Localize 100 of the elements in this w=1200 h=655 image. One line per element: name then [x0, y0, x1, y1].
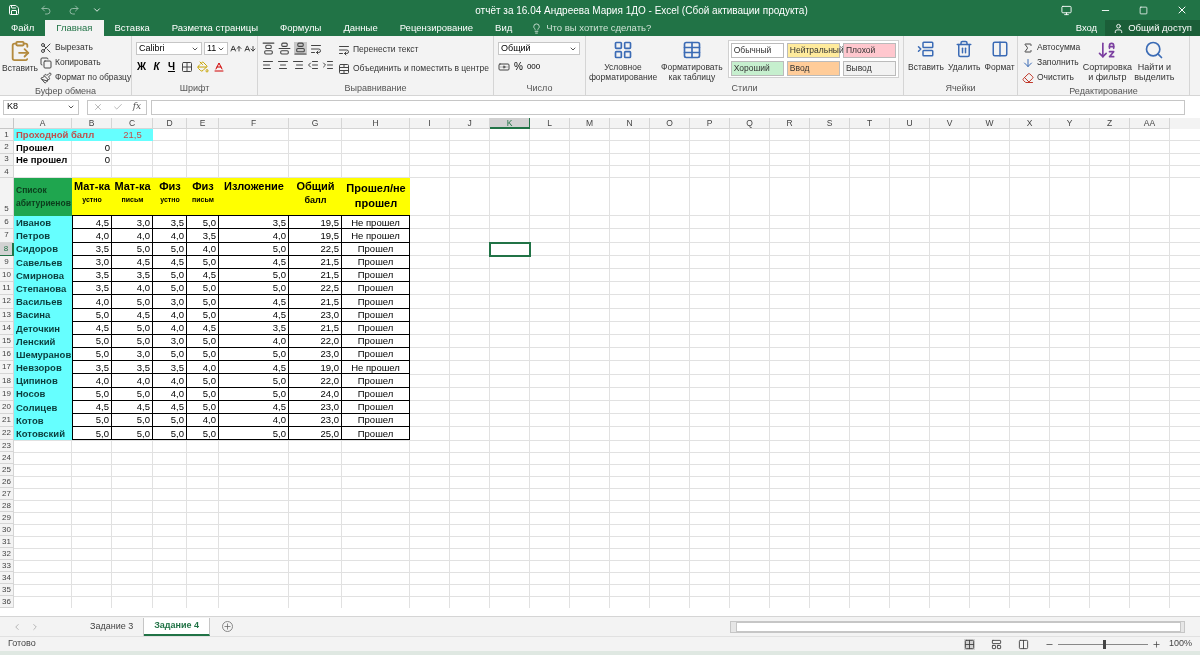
- add-sheet-icon[interactable]: [222, 621, 234, 632]
- currency-icon[interactable]: [498, 60, 510, 73]
- row-header[interactable]: 27: [0, 488, 14, 501]
- cell-style-swatch[interactable]: Плохой: [842, 43, 896, 58]
- cells-button[interactable]: Вставить: [908, 40, 945, 74]
- ribbon-tab[interactable]: Вставка: [103, 20, 161, 36]
- indent-decrease-icon[interactable]: [307, 59, 319, 71]
- zoom-in-icon[interactable]: [1151, 639, 1161, 649]
- paste-button[interactable]: Вставить: [4, 40, 36, 75]
- formula-input[interactable]: [151, 99, 1185, 115]
- sign-in-link[interactable]: Вход: [1067, 20, 1106, 36]
- indent-increase-icon[interactable]: [322, 59, 334, 71]
- row-header[interactable]: 26: [0, 476, 14, 489]
- page-break-icon[interactable]: [1017, 638, 1029, 650]
- row-header[interactable]: 33: [0, 560, 14, 573]
- row-header[interactable]: 30: [0, 524, 14, 537]
- table-cell: 5,0: [72, 427, 112, 441]
- wrap-text-button[interactable]: Перенести текст: [338, 42, 419, 57]
- share-button[interactable]: Общий доступ: [1105, 20, 1200, 36]
- cells-button[interactable]: Удалить: [948, 40, 981, 74]
- cell-style-swatch[interactable]: Обычный: [730, 43, 784, 58]
- save-icon[interactable]: [8, 4, 20, 16]
- ribbon-tab[interactable]: Разметка страницы: [160, 20, 270, 36]
- row-header[interactable]: 23: [0, 440, 14, 453]
- fill-button[interactable]: Заполнить: [1022, 55, 1079, 70]
- row-header[interactable]: 31: [0, 536, 14, 549]
- cell-style-swatch[interactable]: Хороший: [730, 61, 784, 76]
- sheet-tab[interactable]: Задание 4: [144, 617, 211, 636]
- horizontal-scrollbar[interactable]: [730, 620, 1185, 633]
- font-color-icon[interactable]: [213, 60, 225, 73]
- clear-button[interactable]: Очистить: [1022, 70, 1074, 85]
- conditional-formatting-button[interactable]: Условное форматирование: [590, 40, 656, 82]
- underline-button[interactable]: Ч: [166, 59, 177, 74]
- ribbon-tab[interactable]: Рецензирование: [388, 20, 485, 36]
- align-left-icon[interactable]: [262, 59, 274, 71]
- row-header[interactable]: 6: [0, 216, 14, 230]
- page-layout-icon[interactable]: [990, 638, 1002, 650]
- vertical-align-icon[interactable]: [294, 42, 307, 55]
- row-header[interactable]: 34: [0, 572, 14, 585]
- row-header[interactable]: 1: [0, 129, 14, 142]
- row-header[interactable]: 7: [0, 229, 14, 243]
- percent-button[interactable]: %: [514, 59, 523, 74]
- thousands-button[interactable]: 000: [526, 60, 541, 73]
- font-name-field[interactable]: Calibri: [136, 42, 202, 55]
- format-as-table-button[interactable]: Форматировать как таблицу: [660, 40, 724, 82]
- close-icon[interactable]: [1176, 4, 1188, 16]
- row-header[interactable]: 25: [0, 464, 14, 477]
- row-header[interactable]: 28: [0, 500, 14, 513]
- cells-button[interactable]: Формат: [984, 40, 1015, 74]
- restore-icon[interactable]: [1139, 5, 1148, 15]
- vertical-align-icon[interactable]: [262, 42, 275, 55]
- column-header[interactable]: K: [490, 118, 530, 129]
- bold-button[interactable]: Ж: [136, 59, 147, 74]
- font-size-field[interactable]: 11: [204, 42, 228, 55]
- find-select-button[interactable]: Найти и выделить: [1134, 40, 1175, 82]
- row-header[interactable]: 35: [0, 584, 14, 597]
- row-header[interactable]: 16: [0, 348, 14, 362]
- italic-button[interactable]: К: [151, 59, 162, 74]
- row-header[interactable]: 24: [0, 452, 14, 465]
- insert-function-button[interactable]: fx: [132, 100, 142, 114]
- copy-button[interactable]: Копировать: [40, 55, 101, 70]
- row-header[interactable]: 32: [0, 548, 14, 561]
- ribbon-tab[interactable]: Главная: [45, 20, 104, 36]
- row-header[interactable]: 18: [0, 374, 14, 388]
- row-header[interactable]: 22: [0, 427, 14, 441]
- row-header[interactable]: 2: [0, 141, 14, 154]
- cut-button[interactable]: Вырезать: [40, 40, 93, 55]
- normal-view-icon[interactable]: [963, 638, 975, 650]
- active-cell-border[interactable]: [489, 241, 531, 257]
- align-right-icon[interactable]: [292, 59, 304, 71]
- vertical-align-icon[interactable]: [278, 42, 291, 55]
- shrink-font-icon[interactable]: [244, 42, 256, 55]
- cell-style-swatch[interactable]: Вывод: [842, 61, 896, 76]
- borders-icon[interactable]: [181, 60, 193, 73]
- grow-font-icon[interactable]: [230, 42, 242, 55]
- autosum-button[interactable]: Автосумма: [1022, 40, 1081, 55]
- zoom-thumb[interactable]: [1102, 639, 1106, 649]
- name-box[interactable]: K8: [3, 99, 79, 115]
- orientation-icon[interactable]: [310, 42, 322, 55]
- row-header[interactable]: 5: [0, 178, 14, 217]
- ribbon-tab[interactable]: Вид: [484, 20, 524, 36]
- cell-style-swatch[interactable]: Ввод: [786, 61, 840, 76]
- row-header[interactable]: 12: [0, 295, 14, 309]
- row-header[interactable]: 17: [0, 361, 14, 375]
- ribbon-tab[interactable]: Файл: [0, 20, 46, 36]
- tell-me-field[interactable]: Что вы хотите сделать?: [531, 20, 687, 36]
- fill-color-icon[interactable]: [197, 60, 209, 73]
- ribbon-tab[interactable]: Данные: [332, 20, 389, 36]
- customize-icon[interactable]: [92, 5, 102, 15]
- merge-button[interactable]: Объединить и поместить в центре: [338, 61, 489, 76]
- row-header[interactable]: 11: [0, 282, 14, 296]
- align-center-icon[interactable]: [277, 59, 289, 71]
- row-header[interactable]: 36: [0, 596, 14, 609]
- ribbon-tab[interactable]: Формулы: [269, 20, 333, 36]
- row-header[interactable]: 29: [0, 512, 14, 525]
- format-painter-button[interactable]: Формат по образцу: [40, 70, 132, 85]
- sort-filter-button[interactable]: Сортировка и фильтр: [1084, 40, 1131, 82]
- ribbon-display-icon[interactable]: [1061, 4, 1072, 16]
- number-format-field[interactable]: Общий: [498, 42, 580, 55]
- row-header[interactable]: 21: [0, 414, 14, 428]
